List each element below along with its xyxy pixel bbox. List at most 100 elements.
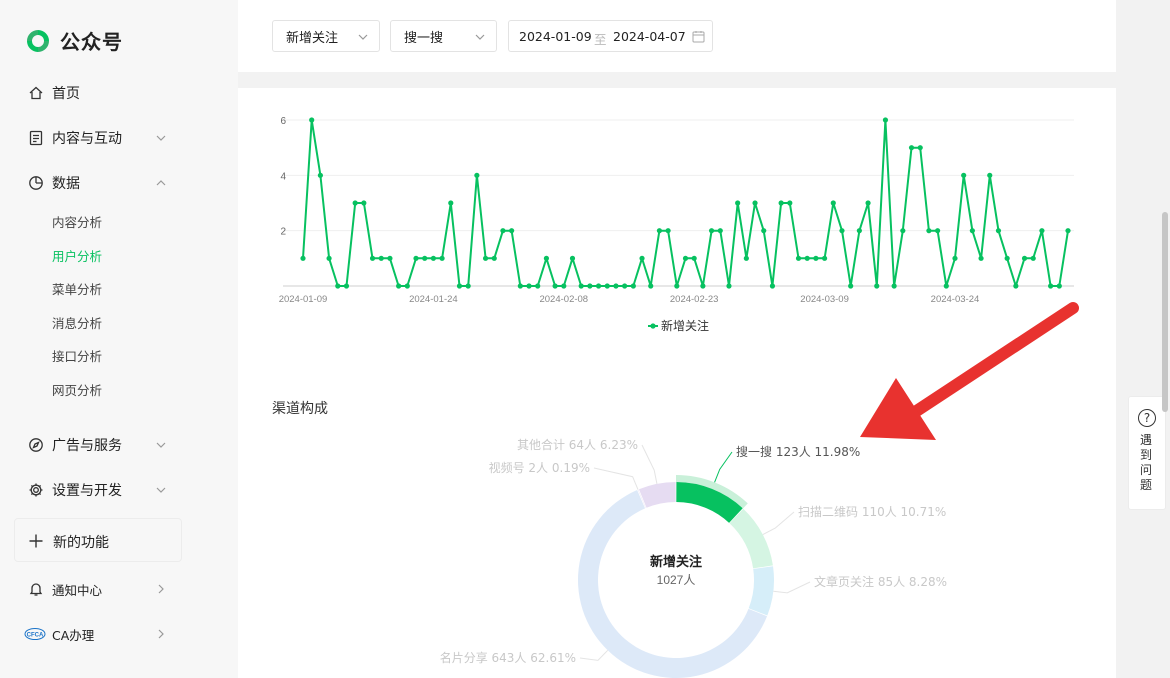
sidebar-item-label: CA办理 xyxy=(52,627,95,643)
line-chart-point xyxy=(821,255,828,261)
line-chart-point xyxy=(743,255,749,261)
chevron-up-icon xyxy=(156,180,166,186)
date-from[interactable]: 2024-01-09 xyxy=(519,29,592,44)
line-chart-point xyxy=(708,228,715,234)
line-chart-x-tick-label: 2024-03-24 xyxy=(931,294,980,305)
sidebar-sub-message-analysis[interactable]: 消息分析 xyxy=(52,314,102,334)
line-chart-point xyxy=(535,283,541,289)
sidebar-sub-user-analysis[interactable]: 用户分析 xyxy=(52,247,102,267)
chevron-down-icon xyxy=(475,34,485,40)
scrollbar-thumb[interactable] xyxy=(1162,212,1168,412)
channel-section-title: 渠道构成 xyxy=(272,401,328,417)
line-chart-point xyxy=(309,117,315,123)
cfca-logo-icon: CFCA xyxy=(24,628,46,640)
line-chart-point xyxy=(995,228,1002,234)
line-chart-point xyxy=(900,228,906,234)
line-chart-point xyxy=(674,283,680,289)
line-chart-point xyxy=(908,145,915,151)
sidebar-item-label: 通知中心 xyxy=(52,582,103,598)
donut-slice-扫描二维码 xyxy=(729,508,773,569)
chevron-down-icon xyxy=(156,442,166,448)
sidebar-sub-menu-analysis[interactable]: 菜单分析 xyxy=(52,280,102,300)
donut-leader-line xyxy=(773,581,811,594)
line-chart-y-tick-label: 4 xyxy=(280,171,286,182)
line-chart-legend: 新增关注 xyxy=(648,318,709,333)
line-chart-point xyxy=(561,283,567,289)
clock-chart-icon xyxy=(29,176,43,190)
line-chart-point xyxy=(578,283,584,289)
sidebar-item-label: 设置与开发 xyxy=(52,483,122,499)
line-chart-point xyxy=(839,228,845,234)
line-chart-x-tick-label: 2024-01-24 xyxy=(409,294,458,305)
line-chart-point xyxy=(656,228,663,234)
line-chart-point xyxy=(926,228,932,234)
sidebar-item-data[interactable]: 数据 xyxy=(0,163,238,203)
user-analysis-panel: 2 4 6 2024-01-09 2024-01-24 2024-02-08 2024-02… xyxy=(238,88,1116,678)
line-chart-point xyxy=(595,283,602,289)
line-chart-y-tick-label: 2 xyxy=(280,227,286,238)
line-chart-point xyxy=(1048,283,1054,289)
line-chart-point xyxy=(691,255,697,261)
line-chart-point xyxy=(874,283,880,289)
line-chart-point xyxy=(317,172,323,178)
sidebar-item-content[interactable]: 内容与互动 xyxy=(0,118,238,158)
date-separator: 至 xyxy=(594,32,607,47)
legend-label: 新增关注 xyxy=(661,318,709,333)
help-widget[interactable]: ? 遇到问题 xyxy=(1128,396,1166,510)
line-chart-point xyxy=(552,283,558,289)
metric-select-value: 新增关注 xyxy=(286,30,339,46)
new-feature-card[interactable]: 新的功能 xyxy=(14,518,182,562)
line-chart-point xyxy=(587,283,593,289)
app-logo[interactable]: 公众号 xyxy=(24,26,123,55)
sidebar-item-ads[interactable]: 广告与服务 xyxy=(0,425,238,465)
donut-slice-label: 文章页关注 85人 8.28% xyxy=(814,574,947,589)
sidebar-sub-api-analysis[interactable]: 接口分析 xyxy=(52,347,102,367)
line-chart-point xyxy=(1056,283,1062,289)
line-chart-point xyxy=(569,255,576,261)
calendar-icon xyxy=(692,31,705,43)
sidebar-item-ca[interactable]: CFCA CA办理 xyxy=(0,614,238,654)
line-chart-point xyxy=(813,255,819,261)
line-chart-point xyxy=(630,283,636,289)
line-chart-point xyxy=(396,283,402,289)
sidebar-item-settings[interactable]: 设置与开发 xyxy=(0,470,238,510)
sidebar-item-notify[interactable]: 通知中心 xyxy=(0,569,238,609)
line-chart-point xyxy=(517,283,523,289)
date-to[interactable]: 2024-04-07 xyxy=(613,29,686,44)
line-chart-point xyxy=(935,228,941,234)
home-icon xyxy=(29,86,43,100)
wechat-official-logo-icon xyxy=(27,29,49,52)
date-range-picker[interactable]: 2024-01-09 至 2024-04-07 xyxy=(508,20,713,52)
chart-canvas: 2 4 6 2024-01-09 2024-01-24 2024-02-08 2024-02… xyxy=(279,116,1074,678)
line-chart-point xyxy=(639,255,645,261)
sidebar-item-home[interactable]: 首页 xyxy=(0,73,238,113)
donut-leader-line xyxy=(641,444,658,484)
line-chart-point xyxy=(387,255,393,261)
chevron-down-icon xyxy=(156,487,166,493)
question-icon: ? xyxy=(1138,409,1156,427)
source-select[interactable]: 搜一搜 xyxy=(390,20,497,52)
document-icon xyxy=(29,130,43,146)
sidebar-item-label: 内容与互动 xyxy=(52,131,122,147)
line-chart-point xyxy=(439,255,445,261)
metric-select[interactable]: 新增关注 xyxy=(272,20,380,52)
line-chart-point xyxy=(482,255,489,261)
donut-slice-label: 其他合计 64人 6.23% xyxy=(517,437,638,452)
line-chart-point xyxy=(961,172,967,178)
line-chart-point xyxy=(604,283,610,289)
line-chart-point xyxy=(622,283,628,289)
line-chart-point xyxy=(761,228,767,234)
sidebar-sub-content-analysis[interactable]: 内容分析 xyxy=(52,213,102,233)
line-chart-point xyxy=(404,283,410,289)
donut-slice-文章页关注 xyxy=(748,566,774,616)
line-chart-y-tick-label: 6 xyxy=(280,116,286,127)
donut-leader-line xyxy=(714,451,733,483)
line-chart-x-tick-label: 2024-01-09 xyxy=(279,294,328,305)
line-chart-point xyxy=(361,200,367,206)
line-chart-point xyxy=(682,255,689,261)
line-chart-point xyxy=(735,200,741,206)
chevron-right-icon xyxy=(158,629,164,639)
sidebar-sub-webpage-analysis[interactable]: 网页分析 xyxy=(52,381,102,401)
line-chart-point xyxy=(352,200,358,206)
line-chart-point xyxy=(448,200,454,206)
